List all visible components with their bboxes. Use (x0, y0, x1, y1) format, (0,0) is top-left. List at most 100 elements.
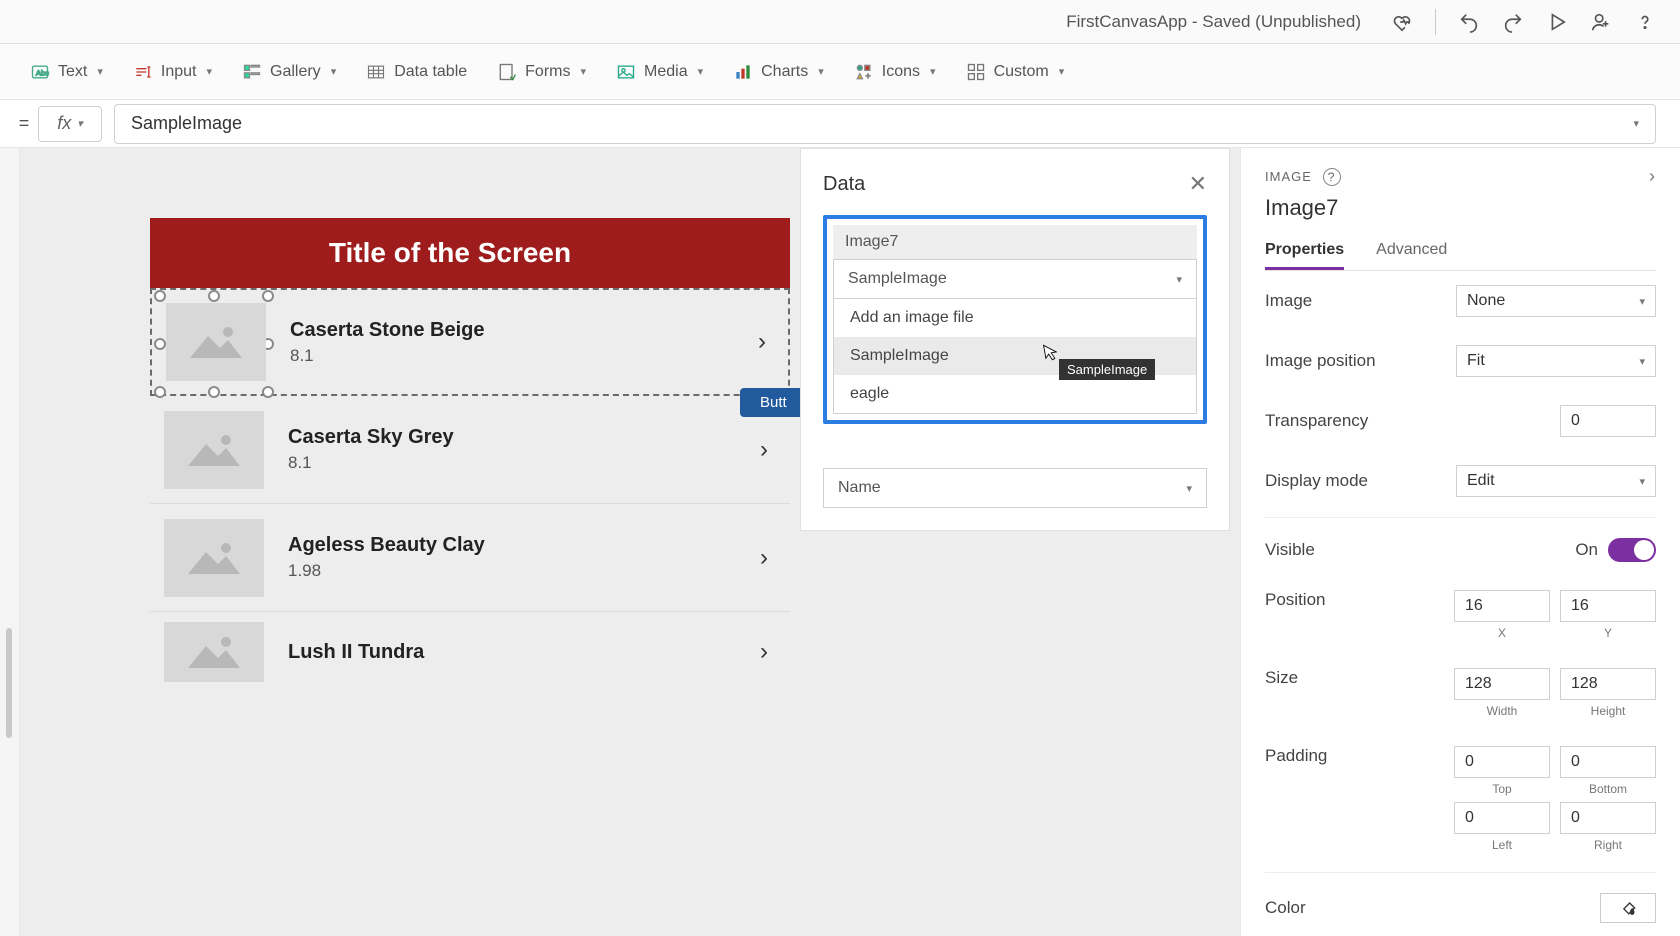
gallery-icon (242, 62, 262, 82)
rail-handle[interactable] (6, 628, 12, 738)
chevron-right-icon[interactable]: › (760, 638, 768, 666)
card-sub: 1.98 (288, 561, 760, 581)
forms-icon (497, 62, 517, 82)
close-icon[interactable]: ✕ (1189, 171, 1207, 197)
chevron-right-icon[interactable]: › (760, 544, 768, 572)
share-icon[interactable] (1590, 11, 1612, 33)
padding-top-input[interactable]: 0 (1454, 746, 1550, 778)
chevron-down-icon: ▾ (1176, 273, 1182, 286)
fx-button[interactable]: fx▾ (38, 106, 102, 142)
health-icon[interactable] (1391, 11, 1413, 33)
ribbon-label: Data table (394, 63, 467, 81)
ribbon-label: Charts (761, 63, 808, 81)
ribbon-label: Gallery (270, 63, 321, 81)
left-rail[interactable] (0, 148, 20, 936)
ribbon-forms[interactable]: Forms▾ (497, 62, 586, 82)
image-placeholder-icon (164, 411, 264, 489)
ribbon-label: Forms (525, 63, 570, 81)
card-title: Lush II Tundra (288, 641, 760, 664)
app-title: FirstCanvasApp - Saved (Unpublished) (1066, 12, 1361, 32)
visible-toggle[interactable] (1608, 538, 1656, 562)
prop-label: Visible (1265, 540, 1315, 560)
formula-expand-icon[interactable]: ▾ (1633, 117, 1639, 130)
padding-left-input[interactable]: 0 (1454, 802, 1550, 834)
padding-bottom-input[interactable]: 0 (1560, 746, 1656, 778)
position-x-input[interactable]: 16 (1454, 590, 1550, 622)
redo-icon[interactable] (1502, 11, 1524, 33)
formula-value: SampleImage (131, 113, 242, 134)
prop-value: None (1467, 292, 1505, 310)
name-select[interactable]: Name ▾ (823, 468, 1207, 508)
text-icon: Abc (30, 62, 50, 82)
image-placeholder-icon (164, 622, 264, 682)
play-icon[interactable] (1546, 11, 1568, 33)
prop-value: Edit (1467, 472, 1495, 490)
display-mode-dropdown[interactable]: Edit▾ (1456, 465, 1656, 497)
prop-label: Display mode (1265, 471, 1368, 491)
help-badge-icon[interactable]: ? (1323, 168, 1341, 186)
prop-label: Transparency (1265, 411, 1368, 431)
canvas-area: Title of the Screen Caserta Stone Beige … (20, 148, 1240, 936)
input-icon (133, 62, 153, 82)
ribbon-gallery[interactable]: Gallery▾ (242, 62, 336, 82)
gallery-card-selected[interactable]: Caserta Stone Beige 8.1 › (150, 288, 790, 396)
ribbon-charts[interactable]: Charts▾ (733, 62, 824, 82)
formula-input[interactable]: SampleImage ▾ (114, 104, 1656, 144)
gallery-card[interactable]: Ageless Beauty Clay 1.98 › (150, 504, 790, 612)
charts-icon (733, 62, 753, 82)
title-bar: FirstCanvasApp - Saved (Unpublished) (0, 0, 1680, 44)
chevron-right-icon[interactable]: › (1649, 166, 1656, 187)
dropdown-option[interactable]: Add an image file (834, 299, 1196, 337)
dropdown-option[interactable]: SampleImage SampleImage (834, 337, 1196, 375)
prop-label: Color (1265, 898, 1306, 918)
ribbon-input[interactable]: Input▾ (133, 62, 212, 82)
prop-label: Image position (1265, 351, 1376, 371)
chevron-down-icon: ▾ (1186, 482, 1192, 495)
cursor-icon (1043, 342, 1060, 362)
ribbon-media[interactable]: Media▾ (616, 62, 703, 82)
gallery-card[interactable]: Lush II Tundra › (150, 612, 790, 692)
size-width-input[interactable]: 128 (1454, 668, 1550, 700)
custom-icon (966, 62, 986, 82)
data-panel-title: Data (823, 173, 865, 196)
padding-right-input[interactable]: 0 (1560, 802, 1656, 834)
image-placeholder-icon[interactable] (166, 303, 266, 381)
control-type-label: IMAGE (1265, 169, 1312, 184)
undo-icon[interactable] (1458, 11, 1480, 33)
card-sub: 8.1 (288, 453, 760, 473)
color-swatch[interactable] (1600, 893, 1656, 923)
canvas-button[interactable]: Butt (740, 388, 807, 417)
svg-text:+: + (865, 70, 870, 80)
image-select-value: SampleImage (848, 270, 947, 288)
svg-text:Abc: Abc (36, 68, 49, 77)
gallery-card[interactable]: Caserta Sky Grey 8.1 › (150, 396, 790, 504)
ribbon-custom[interactable]: Custom▾ (966, 62, 1065, 82)
chevron-right-icon[interactable]: › (760, 436, 768, 464)
image-position-dropdown[interactable]: Fit▾ (1456, 345, 1656, 377)
size-height-input[interactable]: 128 (1560, 668, 1656, 700)
paint-bucket-icon (1618, 898, 1638, 918)
tab-advanced[interactable]: Advanced (1376, 233, 1447, 270)
help-icon[interactable] (1634, 11, 1656, 33)
ribbon-text[interactable]: Abc Text▾ (30, 62, 103, 82)
position-y-input[interactable]: 16 (1560, 590, 1656, 622)
image-select-dropdown: Add an image file SampleImage SampleImag… (833, 299, 1197, 414)
visible-state: On (1575, 540, 1598, 560)
data-highlight: Image7 SampleImage ▾ Add an image file S… (823, 215, 1207, 424)
tab-properties[interactable]: Properties (1265, 233, 1344, 270)
data-panel: Data ✕ Image7 SampleImage ▾ Add an image… (800, 148, 1230, 531)
ribbon-label: Icons (882, 63, 920, 81)
dropdown-option[interactable]: eagle (834, 375, 1196, 413)
image-select[interactable]: SampleImage ▾ (833, 259, 1197, 299)
control-name: Image7 (1265, 195, 1656, 221)
dropdown-option-label: SampleImage (850, 347, 949, 364)
ribbon-datatable[interactable]: Data table (366, 62, 467, 82)
transparency-input[interactable]: 0 (1560, 405, 1656, 437)
prop-label: Size (1265, 668, 1298, 688)
image-dropdown[interactable]: None▾ (1456, 285, 1656, 317)
chevron-right-icon[interactable]: › (758, 328, 766, 356)
ribbon-label: Media (644, 63, 688, 81)
ribbon-label: Custom (994, 63, 1049, 81)
datatable-icon (366, 62, 386, 82)
ribbon-icons[interactable]: + Icons▾ (854, 62, 936, 82)
